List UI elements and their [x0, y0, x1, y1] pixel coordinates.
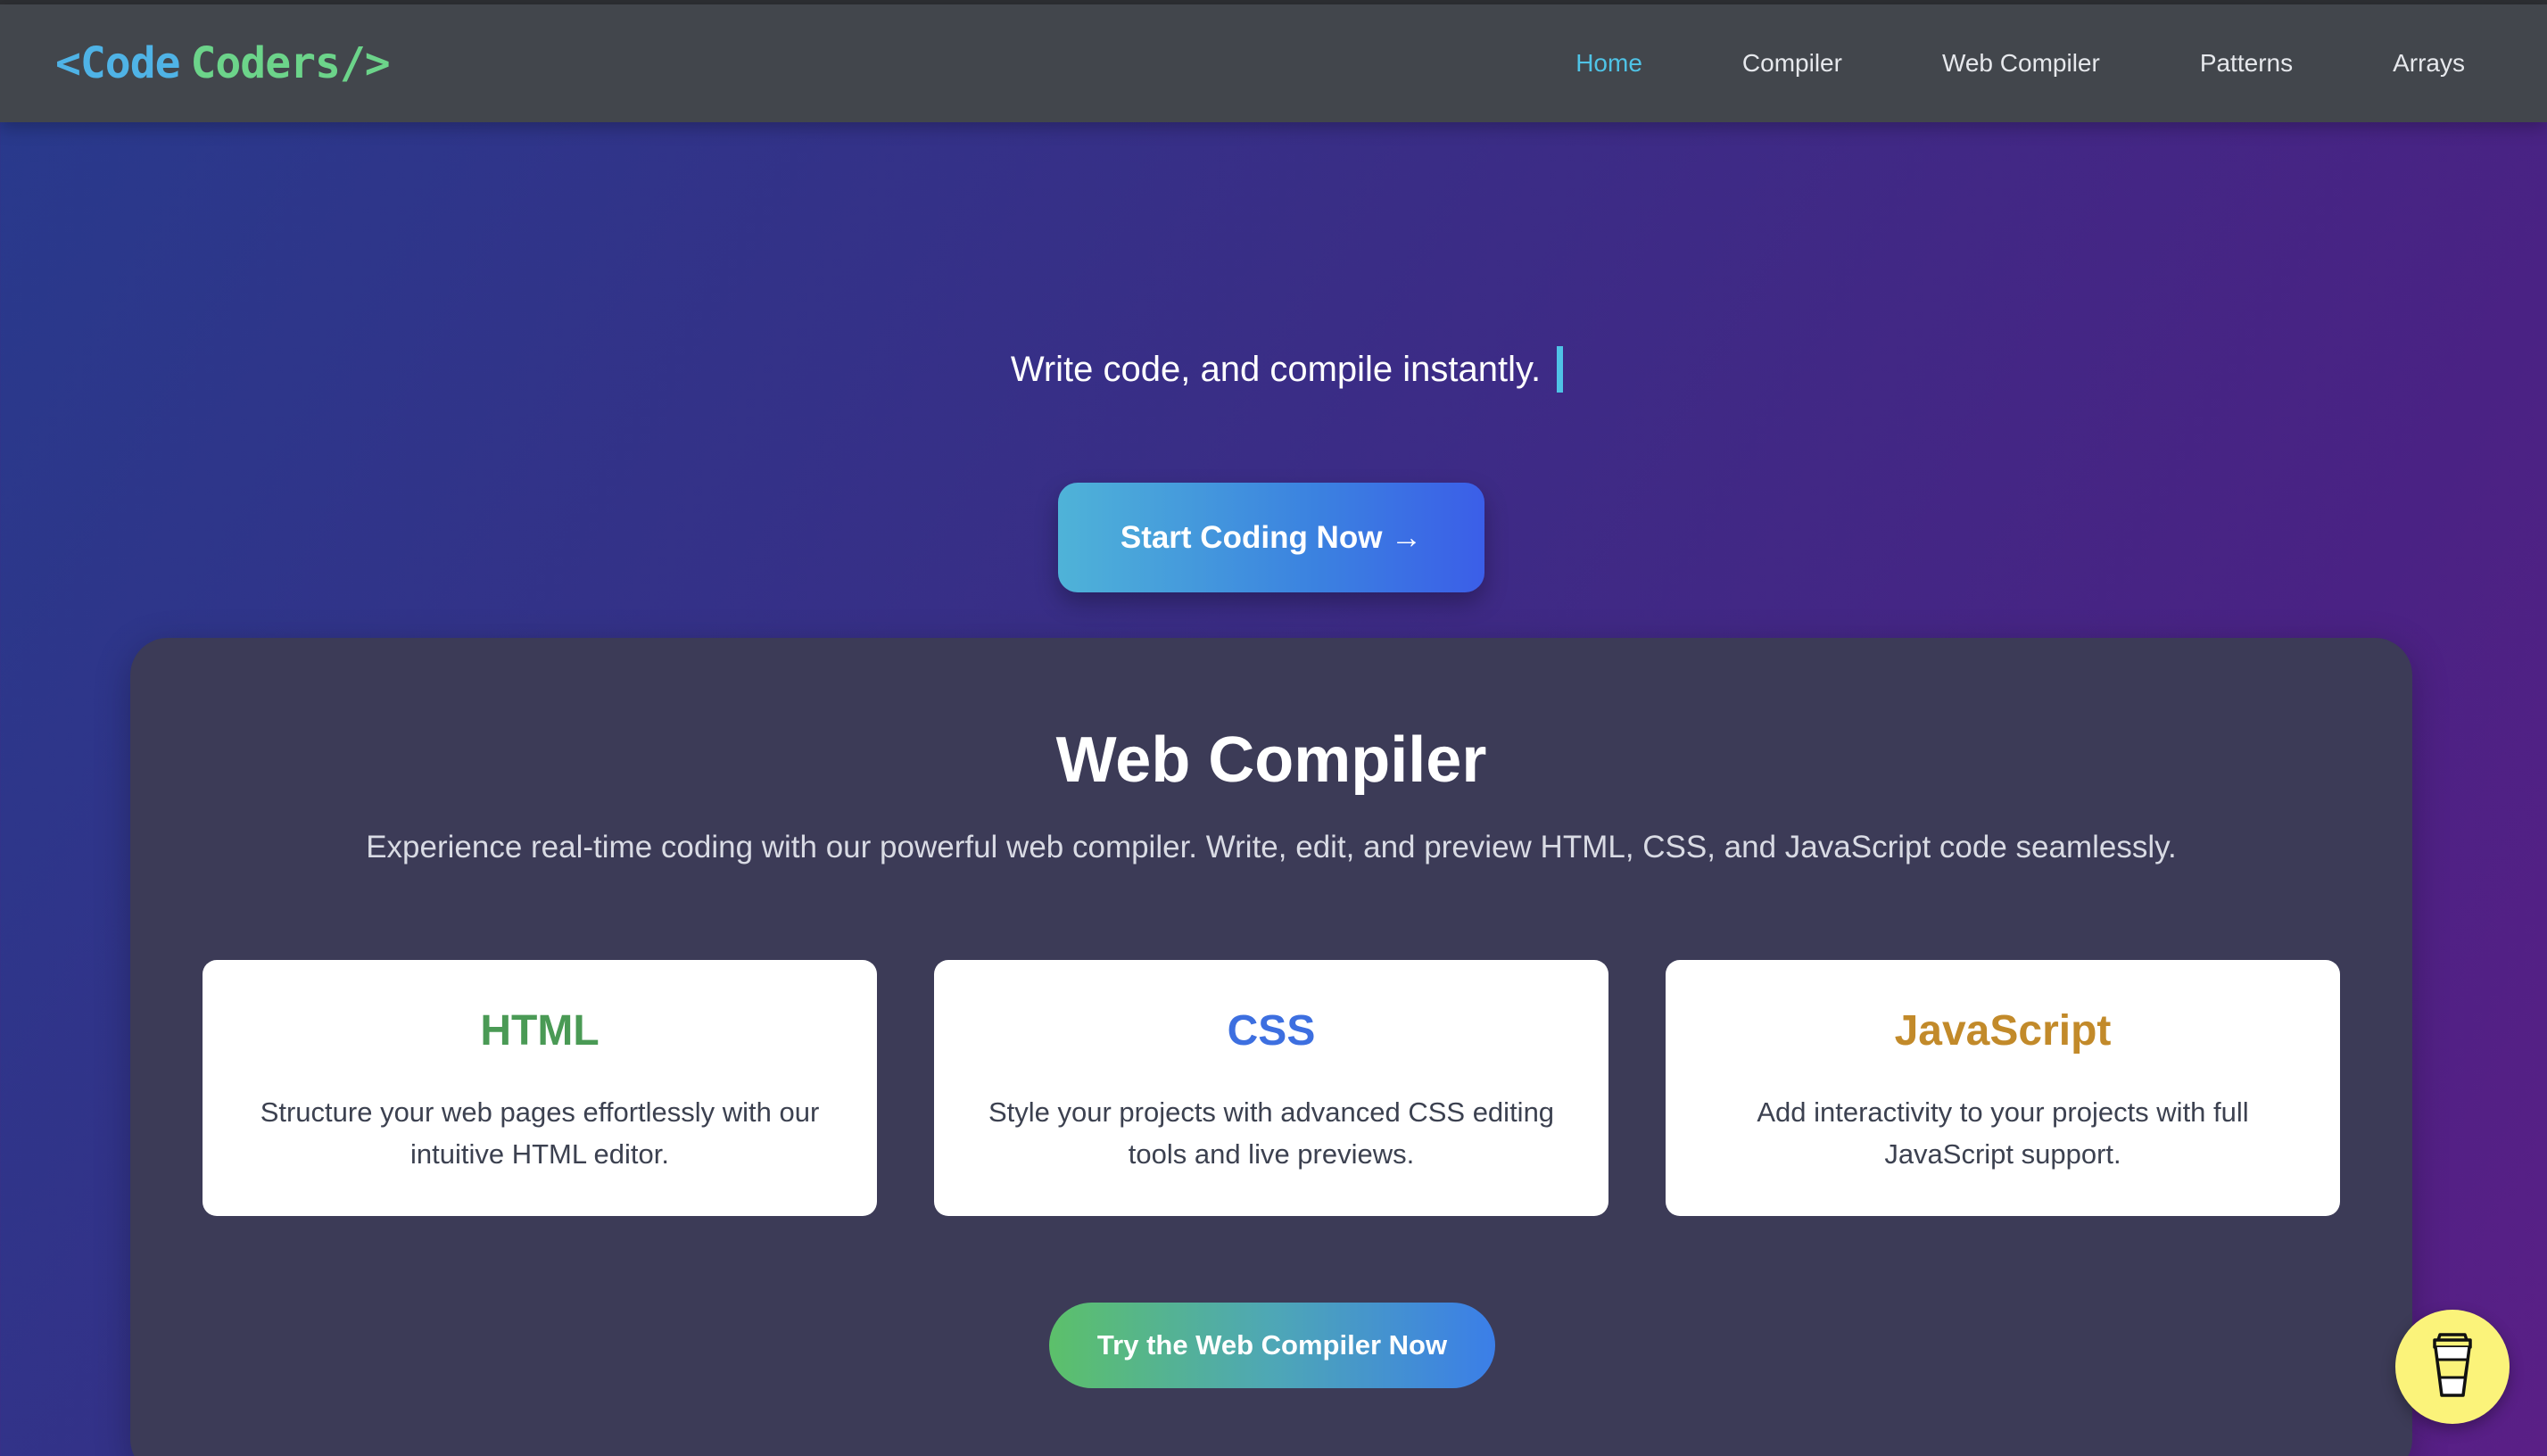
nav-link-compiler[interactable]: Compiler	[1742, 49, 1842, 78]
site-logo[interactable]: < Code Coders />	[55, 38, 391, 88]
section-subtitle: Experience real-time coding with our pow…	[366, 830, 2177, 864]
logo-word-coders: Coders	[190, 38, 341, 88]
hero-tagline-row: Write code, and compile instantly.	[0, 346, 2547, 393]
feature-card-description: Add interactivity to your projects with …	[1757, 1096, 2249, 1170]
feature-card-javascript: JavaScript Add interactivity to your pro…	[1666, 960, 2340, 1216]
feature-card-html: HTML Structure your web pages effortless…	[203, 960, 877, 1216]
feature-card-title: HTML	[480, 1007, 600, 1055]
buy-me-a-coffee-button[interactable]	[2395, 1310, 2510, 1424]
nav-link-web-compiler[interactable]: Web Compiler	[1942, 49, 2100, 78]
start-coding-button[interactable]: Start Coding Now →	[1058, 483, 1484, 592]
web-compiler-section: Web Compiler Experience real-time coding…	[130, 638, 2412, 1456]
nav-link-arrays[interactable]: Arrays	[2393, 49, 2465, 78]
logo-word-code: Code	[79, 38, 181, 88]
nav-link-patterns[interactable]: Patterns	[2200, 49, 2293, 78]
feature-card-css: CSS Style your projects with advanced CS…	[934, 960, 1608, 1216]
logo-close-bracket: />	[339, 38, 391, 88]
nav-link-home[interactable]: Home	[1575, 49, 1642, 78]
section-title: Web Compiler	[1055, 724, 1487, 796]
feature-card-description: Style your projects with advanced CSS ed…	[988, 1096, 1555, 1170]
feature-card-title: JavaScript	[1894, 1007, 2112, 1055]
typing-cursor	[1557, 346, 1564, 393]
nav-links: Home Compiler Web Compiler Patterns Arra…	[1476, 49, 2465, 78]
hero-tagline: Write code, and compile instantly.	[1010, 349, 1542, 389]
try-web-compiler-button[interactable]: Try the Web Compiler Now	[1049, 1303, 1495, 1388]
coffee-cup-icon	[2424, 1331, 2481, 1403]
feature-card-title: CSS	[1227, 1007, 1316, 1055]
navbar: < Code Coders /> Home Compiler Web Compi…	[0, 4, 2547, 122]
feature-card-description: Structure your web pages effortlessly wi…	[260, 1096, 820, 1170]
logo-open-bracket: <	[55, 38, 81, 88]
